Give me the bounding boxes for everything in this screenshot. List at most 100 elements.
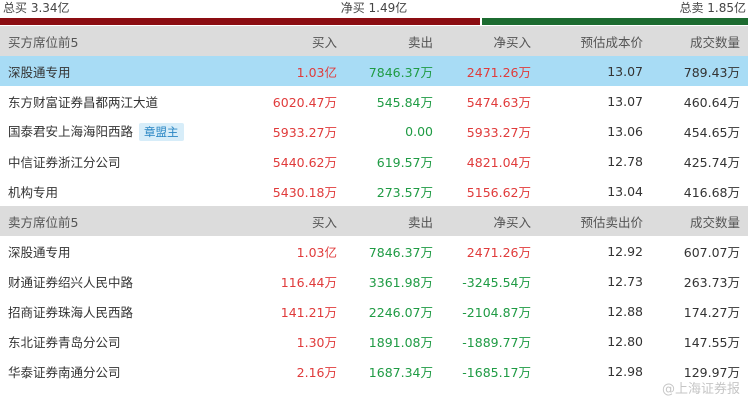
estimated-price: 12.92 xyxy=(607,243,643,259)
net-buy-amount: -1685.17万 xyxy=(462,364,531,380)
buy-price-header: 预估成本价 xyxy=(531,26,643,56)
table-row[interactable]: 中信证券浙江分公司 5440.62万 619.57万 4821.04万 12.78 425… xyxy=(0,146,748,176)
net-buy-amount: 4821.04万 xyxy=(466,154,531,170)
table-row[interactable]: 深股通专用 1.03亿 7846.37万 2471.26万 13.07 789.43万 xyxy=(0,56,748,86)
seat-name[interactable]: 深股通专用 xyxy=(8,65,71,80)
seat-name-cell[interactable]: 深股通专用 xyxy=(0,56,216,86)
buy-amount: 1.03亿 xyxy=(216,56,337,86)
buy-amount: 5440.62万 xyxy=(272,154,337,170)
estimated-price: 13.04 xyxy=(607,183,643,199)
table-row[interactable]: 东北证券青岛分公司 1.30万 1891.08万 -1889.77万 12.80 147.… xyxy=(0,326,748,356)
estimated-price: 13.07 xyxy=(531,56,643,86)
table-row[interactable]: 机构专用 5430.18万 273.57万 5156.62万 13.04 416.68万 xyxy=(0,176,748,206)
sell-amount: 7846.37万 xyxy=(368,244,433,260)
seat-name[interactable]: 财通证券绍兴人民中路 xyxy=(8,275,133,290)
buy-header-row: 买方席位前5 买入 卖出 净买入 预估成本价 成交数量 xyxy=(0,26,748,56)
seat-name[interactable]: 国泰君安上海海阳西路 xyxy=(8,124,133,139)
buy-sell-ratio-bar xyxy=(0,18,748,25)
buy-amount: 5430.18万 xyxy=(272,184,337,200)
buy-amount: 6020.47万 xyxy=(272,94,337,110)
seat-name-cell[interactable]: 华泰证券南通分公司 xyxy=(0,356,216,386)
trade-volume: 174.27万 xyxy=(683,304,740,320)
summary-bar-section: 总买 3.34亿 净买 1.49亿 总卖 1.85亿 xyxy=(0,0,748,26)
buy-seat-header: 买方席位前5 xyxy=(0,26,216,56)
buy-amount: 1.30万 xyxy=(296,334,337,350)
trade-volume: 263.73万 xyxy=(683,274,740,290)
seat-name[interactable]: 中信证券浙江分公司 xyxy=(8,155,121,170)
table-row[interactable]: 东方财富证券昌都两江大道 6020.47万 545.84万 5474.63万 13.07… xyxy=(0,86,748,116)
buy-amount: 5933.27万 xyxy=(272,124,337,140)
sell-net-header: 净买入 xyxy=(433,206,531,236)
table-row[interactable]: 深股通专用 1.03亿 7846.37万 2471.26万 12.92 607.07万 xyxy=(0,236,748,266)
sell-amount: 1891.08万 xyxy=(368,334,433,350)
net-buy-amount: -2104.87万 xyxy=(462,304,531,320)
buy-section: 买方席位前5 买入 卖出 净买入 预估成本价 成交数量深股通专用 1.03亿 7846.37万… xyxy=(0,26,748,206)
estimated-price: 12.80 xyxy=(607,333,643,349)
net-buy-amount: -3245.54万 xyxy=(462,274,531,290)
net-buy-amount: 5156.62万 xyxy=(466,184,531,200)
table-row[interactable]: 华泰证券南通分公司 2.16万 1687.34万 -1685.17万 12.98 129.… xyxy=(0,356,748,386)
sell-buy-header: 买入 xyxy=(216,206,337,236)
sell-amount: 1687.34万 xyxy=(368,364,433,380)
seat-name[interactable]: 华泰证券南通分公司 xyxy=(8,365,121,380)
seat-name[interactable]: 东北证券青岛分公司 xyxy=(8,335,121,350)
sell-amount: 2246.07万 xyxy=(368,304,433,320)
seat-name-cell[interactable]: 招商证券珠海人民西路 xyxy=(0,296,216,326)
trade-volume: 425.74万 xyxy=(683,154,740,170)
estimated-price: 13.07 xyxy=(607,93,643,109)
dragon-tiger-table: 买方席位前5 买入 卖出 净买入 预估成本价 成交数量 深股通专用 1.03亿 7846.37万… xyxy=(0,26,748,386)
buy-net-header: 净买入 xyxy=(433,26,531,56)
seat-name-cell[interactable]: 国泰君安上海海阳西路 章盟主 xyxy=(0,116,216,146)
buy-amount: 1.03亿 xyxy=(296,244,337,260)
net-buy-label: 净买 1.49亿 xyxy=(340,1,408,15)
sell-amount: 273.57万 xyxy=(376,184,433,200)
sell-amount: 3361.98万 xyxy=(368,274,433,290)
net-buy-amount: 2471.26万 xyxy=(466,244,531,260)
seat-tag-badge[interactable]: 章盟主 xyxy=(139,123,184,142)
trade-volume: 607.07万 xyxy=(683,244,740,260)
seat-name[interactable]: 深股通专用 xyxy=(8,245,71,260)
estimated-price: 13.06 xyxy=(607,123,643,139)
seat-name[interactable]: 招商证券珠海人民西路 xyxy=(8,305,133,320)
seat-name-cell[interactable]: 东北证券青岛分公司 xyxy=(0,326,216,356)
buy-amount: 2.16万 xyxy=(296,364,337,380)
seat-name-cell[interactable]: 机构专用 xyxy=(0,176,216,206)
sell-amount: 545.84万 xyxy=(376,94,433,110)
estimated-price: 12.98 xyxy=(607,363,643,379)
sell-ratio-fill xyxy=(482,18,748,25)
table-row[interactable]: 国泰君安上海海阳西路 章盟主 5933.27万 0.00 5933.27万 13.06 45… xyxy=(0,116,748,146)
total-sell-label: 总卖 1.85亿 xyxy=(679,1,746,15)
sell-sell-header: 卖出 xyxy=(337,206,433,236)
buy-ratio-fill xyxy=(0,18,480,25)
net-buy-amount: 5474.63万 xyxy=(466,94,531,110)
estimated-price: 12.73 xyxy=(607,273,643,289)
trade-volume: 129.97万 xyxy=(683,364,740,380)
buy-amount: 116.44万 xyxy=(280,274,337,290)
trade-volume: 789.43万 xyxy=(643,56,748,86)
buy-sell-header: 卖出 xyxy=(337,26,433,56)
seat-name-cell[interactable]: 财通证券绍兴人民中路 xyxy=(0,266,216,296)
estimated-price: 12.88 xyxy=(607,303,643,319)
table-row[interactable]: 招商证券珠海人民西路 141.21万 2246.07万 -2104.87万 12.88 1… xyxy=(0,296,748,326)
table-row[interactable]: 财通证券绍兴人民中路 116.44万 3361.98万 -3245.54万 12.73 2… xyxy=(0,266,748,296)
seat-name-cell[interactable]: 东方财富证券昌都两江大道 xyxy=(0,86,216,116)
net-buy-amount: -1889.77万 xyxy=(462,334,531,350)
buy-buy-header: 买入 xyxy=(216,26,337,56)
sell-amount: 7846.37万 xyxy=(337,56,433,86)
sell-section: 卖方席位前5 买入 卖出 净买入 预估卖出价 成交数量 深股通专用 1.03亿 7846.37万… xyxy=(0,206,748,386)
net-buy-amount: 2471.26万 xyxy=(433,56,531,86)
buy-amount: 141.21万 xyxy=(280,304,337,320)
trade-volume: 454.65万 xyxy=(683,124,740,140)
seat-name-cell[interactable]: 中信证券浙江分公司 xyxy=(0,146,216,176)
trade-volume: 416.68万 xyxy=(683,184,740,200)
seat-name-cell[interactable]: 深股通专用 xyxy=(0,236,216,266)
estimated-price: 12.78 xyxy=(607,153,643,169)
sell-amount: 0.00 xyxy=(405,123,433,139)
sell-seat-header: 卖方席位前5 xyxy=(0,206,216,236)
sell-price-header: 预估卖出价 xyxy=(531,206,643,236)
seat-name[interactable]: 机构专用 xyxy=(8,185,58,200)
sell-header-row: 卖方席位前5 买入 卖出 净买入 预估卖出价 成交数量 xyxy=(0,206,748,236)
buy-volume-header: 成交数量 xyxy=(643,26,748,56)
trade-volume: 147.55万 xyxy=(683,334,740,350)
seat-name[interactable]: 东方财富证券昌都两江大道 xyxy=(8,95,158,110)
